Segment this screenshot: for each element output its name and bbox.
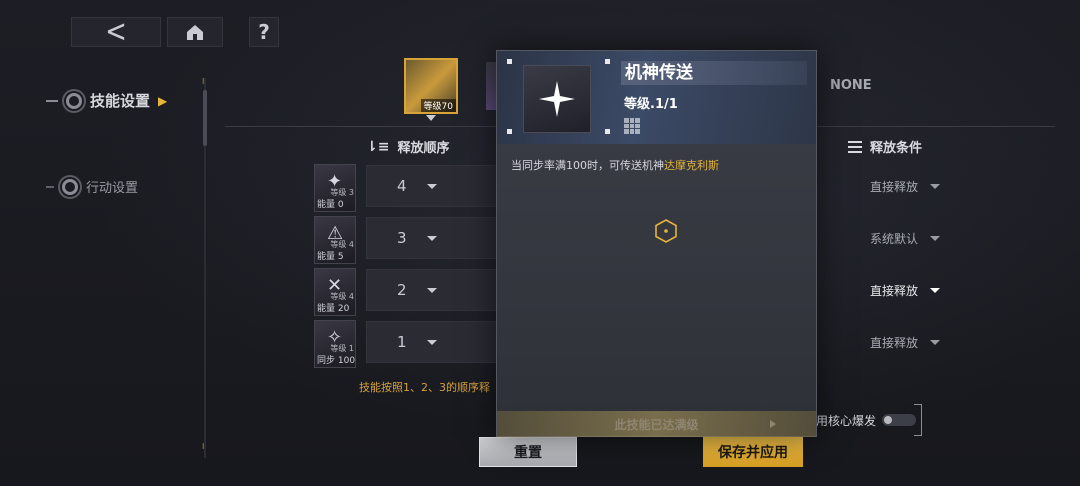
skill-cost-label: 能量 xyxy=(317,304,336,314)
skill-icon-4[interactable]: ✧ 等级 1 同步 100 xyxy=(314,320,356,368)
max-level-button[interactable]: 此技能已达满级 xyxy=(497,411,816,437)
condition-dropdown-1[interactable]: 直接释放 xyxy=(856,165,956,207)
chevron-down-icon xyxy=(930,339,941,345)
order-dropdown-4[interactable]: 1 xyxy=(366,321,500,363)
order-header-label: 释放顺序 xyxy=(397,141,450,156)
sidebar-item-skill-settings[interactable]: 技能设置 ▶ xyxy=(46,90,167,111)
list-icon xyxy=(848,140,862,153)
max-level-label: 此技能已达满级 xyxy=(614,417,699,432)
skill-icon-large xyxy=(523,65,591,133)
skill-level-value: 3 xyxy=(348,188,354,197)
home-icon xyxy=(187,25,203,40)
popup-description: 当同步率满100时，可传送机神达摩克利斯 xyxy=(511,157,719,173)
chevron-down-icon xyxy=(426,339,437,345)
order-value: 2 xyxy=(397,281,407,299)
core-burst-toggle-row[interactable]: 用核心爆发 xyxy=(810,404,922,436)
corner-marker xyxy=(507,59,512,64)
skill-cost-value: 0 xyxy=(337,200,344,210)
grid-icon xyxy=(624,118,640,134)
skill-level-label: 等级 xyxy=(330,188,347,197)
core-burst-toggle[interactable] xyxy=(882,414,917,426)
condition-header: 释放条件 xyxy=(848,137,922,156)
skill-cost: 同步 100 xyxy=(317,353,355,366)
reset-button[interactable]: 重置 xyxy=(479,437,577,467)
skill-cost-value: 100 xyxy=(337,356,356,366)
skill-level-label: 等级 xyxy=(330,344,347,353)
selected-indicator-icon xyxy=(426,115,436,121)
condition-value: 直接释放 xyxy=(870,283,919,298)
skill-level-label: 等级 xyxy=(330,240,347,249)
gear-icon xyxy=(62,178,78,195)
order-value: 4 xyxy=(397,177,407,195)
skill-cost-value: 5 xyxy=(337,252,344,262)
skill-cost-label: 同步 xyxy=(317,356,336,366)
skill-cost: 能量 20 xyxy=(317,301,349,314)
hexagon-cursor-icon xyxy=(655,219,677,243)
sort-icon: ⇂≡ xyxy=(366,138,390,155)
back-button[interactable]: < xyxy=(71,14,161,50)
sidebar-scroll-thumb[interactable] xyxy=(203,90,207,146)
skill-cost: 能量 0 xyxy=(317,197,344,210)
popup-desc-highlight: 达摩克利斯 xyxy=(664,159,719,172)
condition-value: 直接释放 xyxy=(870,179,919,194)
skill-level-value: 1 xyxy=(348,344,354,353)
skill-cost-label: 能量 xyxy=(317,252,336,262)
condition-dropdown-4[interactable]: 直接释放 xyxy=(856,321,956,363)
skill-level-value: 4 xyxy=(348,240,354,249)
skill-cost: 能量 5 xyxy=(317,249,344,262)
scroll-bottom-marker: I xyxy=(202,442,205,451)
sidebar-item-label: 行动设置 xyxy=(86,181,139,196)
chevron-down-icon xyxy=(426,287,437,293)
skill-icon-1[interactable]: ✦ 等级 3 能量 0 xyxy=(314,164,356,212)
chevron-down-icon xyxy=(930,287,941,293)
order-value: 3 xyxy=(397,229,407,247)
order-dropdown-2[interactable]: 3 xyxy=(366,217,500,259)
character-card-selected[interactable]: 等级70 xyxy=(404,58,458,114)
chevron-down-icon xyxy=(930,183,941,189)
condition-header-label: 释放条件 xyxy=(870,141,923,156)
sparkle-icon xyxy=(539,81,575,117)
condition-dropdown-3[interactable]: 直接释放 xyxy=(856,269,956,311)
chevron-down-icon xyxy=(426,183,437,189)
character-level: 等级70 xyxy=(420,99,456,112)
play-arrow-icon xyxy=(770,420,776,428)
character-none-slot[interactable]: NONE xyxy=(830,78,872,93)
skill-level-value: 4 xyxy=(348,292,354,301)
order-dropdown-3[interactable]: 2 xyxy=(366,269,500,311)
sidebar-item-label: 技能设置 xyxy=(90,92,151,110)
corner-marker xyxy=(507,129,512,134)
popup-level: 等级.1/1 xyxy=(624,97,678,112)
chevron-left-icon: < xyxy=(105,14,127,50)
home-button[interactable] xyxy=(167,17,223,47)
skill-cost-label: 能量 xyxy=(317,200,336,210)
scroll-top-marker: I xyxy=(202,77,205,86)
corner-marker xyxy=(605,129,610,134)
condition-dropdown-2[interactable]: 系统默认 xyxy=(856,217,956,259)
play-arrow-icon: ▶ xyxy=(158,93,168,108)
help-label: ? xyxy=(258,20,270,44)
skill-icon-2[interactable]: ⚠ 等级 4 能量 5 xyxy=(314,216,356,264)
skill-level-label: 等级 xyxy=(330,292,347,301)
gear-icon xyxy=(66,92,82,109)
order-header: ⇂≡ 释放顺序 xyxy=(366,137,450,157)
core-burst-label: 用核心爆发 xyxy=(816,413,877,428)
popup-desc-text: 当同步率满100时，可传送机神 xyxy=(511,159,664,172)
save-apply-button[interactable]: 保存并应用 xyxy=(703,437,803,467)
condition-value: 系统默认 xyxy=(870,231,919,246)
chevron-down-icon xyxy=(930,235,941,241)
nav-dash xyxy=(46,185,54,188)
order-dropdown-1[interactable]: 4 xyxy=(366,165,500,207)
popup-title: 机神传送 xyxy=(621,61,807,85)
corner-marker xyxy=(605,59,610,64)
frame-bracket xyxy=(914,404,922,436)
nav-dash xyxy=(46,99,58,102)
order-hint-text: 技能按照1、2、3的顺序释 xyxy=(359,381,490,394)
skill-icon-3[interactable]: ✕ 等级 4 能量 20 xyxy=(314,268,356,316)
order-value: 1 xyxy=(397,333,407,351)
sidebar-item-action-settings[interactable]: 行动设置 xyxy=(46,177,138,196)
condition-value: 直接释放 xyxy=(870,335,919,350)
help-button[interactable]: ? xyxy=(249,17,279,47)
skill-cost-value: 20 xyxy=(337,304,350,314)
chevron-down-icon xyxy=(426,235,437,241)
